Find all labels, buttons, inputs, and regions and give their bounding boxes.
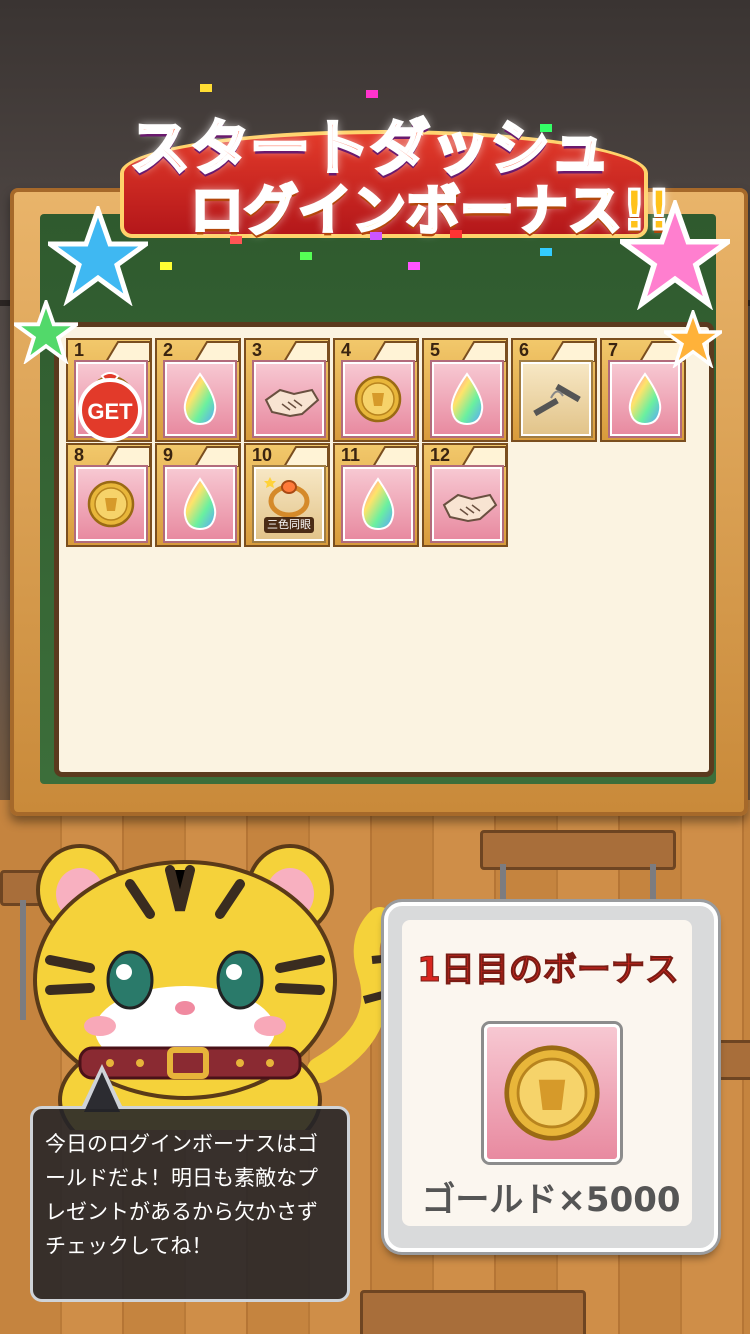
dialog-text: 今日のログインボーナスはゴールドだよ！明日も素敵なプレゼントがあるから欠かさずチ… (45, 1132, 318, 1258)
reward-slot (343, 467, 413, 541)
day-number: 11 (341, 445, 361, 465)
confetti (366, 90, 378, 98)
day-number: 3 (252, 340, 263, 360)
confetti (540, 248, 552, 256)
reward-slot (165, 467, 235, 541)
day-cell: 11 (333, 443, 419, 547)
cell-corner-tab (106, 446, 150, 467)
day-number: 5 (430, 340, 441, 360)
cell-corner-tab (106, 341, 150, 362)
cell-corner-tab (373, 446, 417, 467)
reward-slot: 三色同眼 (254, 467, 324, 541)
reward-slot (432, 467, 502, 541)
today-bonus-panel: 1日目のボーナス ゴールド×5000 (384, 902, 718, 1252)
day-cell: 10 三色同眼 (244, 443, 330, 547)
item-label: 三色同眼 (264, 517, 314, 533)
tiger-mascot (33, 844, 390, 1130)
desk (480, 830, 676, 870)
day-cell: 8 (66, 443, 152, 547)
day-cell: 9 (155, 443, 241, 547)
rainbow-gem-icon (183, 372, 217, 426)
cell-corner-tab (462, 341, 506, 362)
blue-star-icon (48, 206, 148, 306)
get-badge-icon: GET (78, 372, 142, 442)
day-cell: 4 (333, 338, 419, 442)
day-cell: 2 (155, 338, 241, 442)
green-star-icon (14, 300, 78, 364)
rainbow-gem-icon (628, 372, 662, 426)
confetti (200, 84, 212, 92)
reward-slot (343, 362, 413, 436)
day-number: 9 (163, 445, 174, 465)
title-banner: スタートダッシュ ログインボーナス!! (90, 90, 673, 250)
cell-corner-tab (462, 446, 506, 467)
cell-corner-tab (195, 341, 239, 362)
day-cell: 1 GET (66, 338, 152, 442)
nunchaku-icon (533, 383, 581, 417)
day-cell: 6 (511, 338, 597, 442)
handshake-icon (264, 388, 320, 418)
day-number: 7 (608, 340, 619, 360)
gold-coin-icon (354, 375, 402, 423)
reward-slot (610, 362, 680, 436)
reward-slot (76, 467, 146, 541)
speech-bubble-tail-inner (84, 1072, 120, 1112)
reward-slot (165, 362, 235, 436)
reward-slot (432, 362, 502, 436)
confetti (540, 124, 552, 132)
reward-slot (254, 362, 324, 436)
reward-slot (521, 362, 591, 436)
rainbow-gem-icon (361, 477, 395, 531)
day-number: 10 (252, 445, 273, 465)
title-line-2: ログインボーナス!! (188, 178, 672, 244)
desk-leg (650, 864, 656, 904)
day-cell: 3 (244, 338, 330, 442)
confetti (370, 232, 382, 240)
pink-star-icon (620, 200, 730, 310)
day-cell: 5 (422, 338, 508, 442)
cell-corner-tab (284, 446, 328, 467)
svg-text:GET: GET (87, 399, 133, 424)
confetti (300, 252, 312, 260)
confetti (450, 230, 462, 238)
desk-leg (500, 864, 506, 904)
handshake-icon (442, 493, 498, 523)
day-number: 12 (430, 445, 451, 465)
day-number: 4 (341, 340, 352, 360)
confetti (408, 262, 420, 270)
rainbow-gem-icon (450, 372, 484, 426)
day-number: 6 (519, 340, 530, 360)
gold-coin-icon (87, 480, 135, 528)
cell-corner-tab (284, 341, 328, 362)
speech-bubble: 今日のログインボーナスはゴールドだよ！明日も素敵なプレゼントがあるから欠かさずチ… (30, 1106, 350, 1302)
cell-corner-tab (551, 341, 595, 362)
day-number: 8 (74, 445, 85, 465)
today-bonus-title: 1日目のボーナス (417, 950, 680, 991)
today-bonus-item (484, 1024, 620, 1162)
day-number: 2 (163, 340, 174, 360)
cell-corner-tab (373, 341, 417, 362)
cell-corner-tab (195, 446, 239, 467)
classroom-background: 1 GET 2 3 4 5 6 7 8 9 10 三色同眼 11 12 スタートダッシュ ログインボーナス… (0, 0, 750, 1334)
gold-coin-icon (504, 1045, 600, 1141)
day-cell: 12 (422, 443, 508, 547)
confetti (230, 236, 242, 244)
today-bonus-amount: ゴールド×5000 (421, 1180, 681, 1220)
confetti (160, 262, 172, 270)
orange-star-icon (664, 310, 722, 368)
desk (360, 1290, 586, 1334)
reward-slot: GET (76, 362, 146, 442)
rainbow-gem-icon (183, 477, 217, 531)
